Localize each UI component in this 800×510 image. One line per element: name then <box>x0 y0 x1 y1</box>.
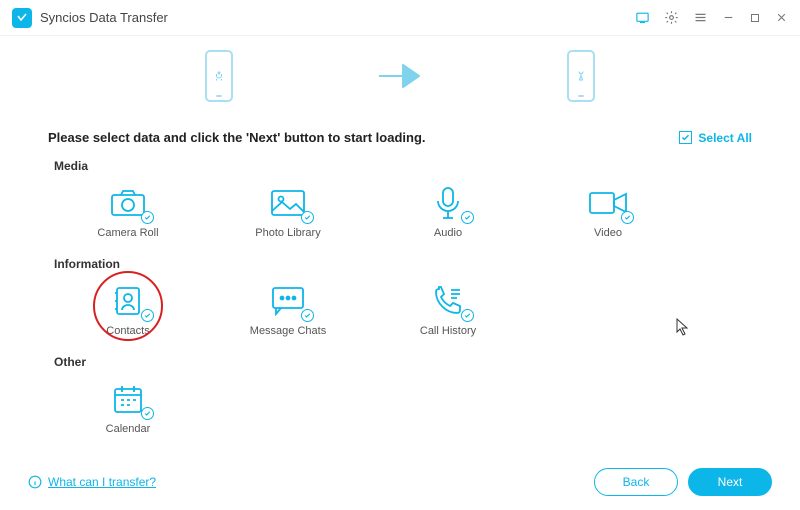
media-grid: Camera Roll Photo Library Audio Video <box>48 181 752 243</box>
video-icon <box>586 185 630 221</box>
target-phone-icon <box>567 50 595 102</box>
item-video[interactable]: Video <box>528 181 688 243</box>
section-header-information: Information <box>54 257 752 271</box>
maximize-button[interactable] <box>749 12 761 24</box>
main-content: Please select data and click the 'Next' … <box>0 112 800 439</box>
item-label: Video <box>594 227 622 239</box>
info-icon <box>28 475 42 489</box>
item-label: Contacts <box>106 325 149 337</box>
app-logo <box>12 8 32 28</box>
item-message-chats[interactable]: Message Chats <box>208 279 368 341</box>
close-button[interactable] <box>775 11 788 24</box>
item-label: Message Chats <box>250 325 326 337</box>
back-button[interactable]: Back <box>594 468 678 496</box>
next-button[interactable]: Next <box>688 468 772 496</box>
item-label: Photo Library <box>255 227 320 239</box>
instruction-text: Please select data and click the 'Next' … <box>48 130 426 145</box>
photo-icon <box>266 185 310 221</box>
section-header-media: Media <box>54 159 752 173</box>
titlebar: Syncios Data Transfer <box>0 0 800 36</box>
source-phone-icon <box>205 50 233 102</box>
menu-icon[interactable] <box>693 10 708 25</box>
help-link[interactable]: What can I transfer? <box>28 475 156 489</box>
transfer-diagram <box>0 36 800 112</box>
item-audio[interactable]: Audio <box>368 181 528 243</box>
item-call-history[interactable]: Call History <box>368 279 528 341</box>
footer: What can I transfer? Back Next <box>0 454 800 510</box>
item-calendar[interactable]: Calendar <box>48 377 208 439</box>
audio-icon <box>426 185 470 221</box>
item-label: Audio <box>434 227 462 239</box>
minimize-button[interactable] <box>722 11 735 24</box>
item-label: Camera Roll <box>97 227 158 239</box>
camera-icon <box>106 185 150 221</box>
help-link-label: What can I transfer? <box>48 475 156 489</box>
arrow-right-icon <box>373 61 427 91</box>
back-label: Back <box>623 475 650 489</box>
information-grid: Contacts Message Chats Call History <box>48 279 752 341</box>
item-label: Call History <box>420 325 476 337</box>
settings-icon[interactable] <box>664 10 679 25</box>
contacts-icon <box>106 283 150 319</box>
next-label: Next <box>718 475 743 489</box>
checkbox-icon <box>679 131 692 144</box>
feedback-icon[interactable] <box>635 10 650 25</box>
section-header-other: Other <box>54 355 752 369</box>
message-icon <box>266 283 310 319</box>
window-controls <box>635 10 788 25</box>
select-all-toggle[interactable]: Select All <box>679 131 752 145</box>
item-photo-library[interactable]: Photo Library <box>208 181 368 243</box>
other-grid: Calendar <box>48 377 752 439</box>
call-history-icon <box>426 283 470 319</box>
app-title: Syncios Data Transfer <box>40 10 168 25</box>
item-label: Calendar <box>106 423 151 435</box>
item-camera-roll[interactable]: Camera Roll <box>48 181 208 243</box>
item-contacts[interactable]: Contacts <box>48 279 208 341</box>
calendar-icon <box>106 381 150 417</box>
select-all-label: Select All <box>698 131 752 145</box>
